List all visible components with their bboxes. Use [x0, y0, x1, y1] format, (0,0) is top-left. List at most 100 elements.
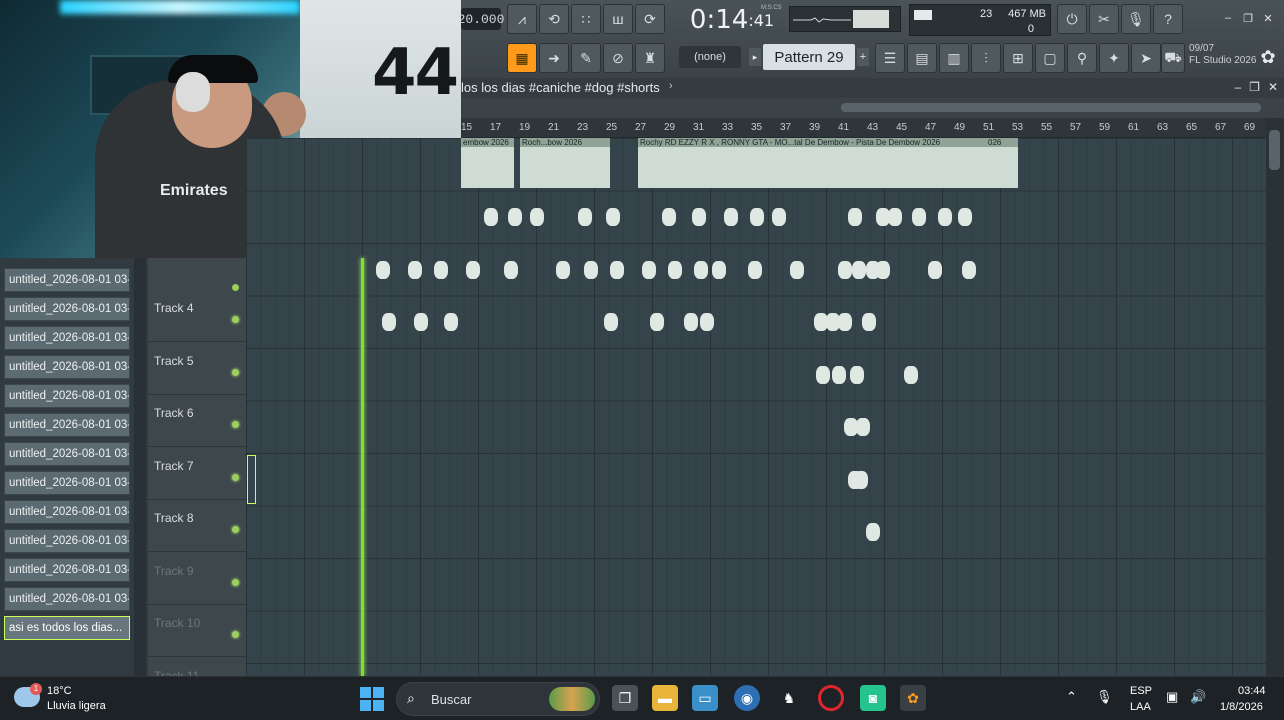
playlist-close-icon[interactable]: ✕: [1268, 80, 1278, 94]
audio-clip[interactable]: [700, 313, 714, 331]
clock-date[interactable]: 1/8/2026: [1220, 701, 1263, 713]
track-header[interactable]: Track 9: [148, 553, 246, 605]
blend-notes-icon[interactable]: ⟳: [635, 4, 665, 34]
mic-icon[interactable]: 🎙: [1121, 4, 1151, 34]
browser-icon[interactable]: ⊞: [1003, 43, 1033, 73]
pattern-name[interactable]: Pattern 29: [763, 44, 855, 70]
audio-clip[interactable]: [816, 366, 830, 384]
track-mute-led[interactable]: [232, 368, 239, 376]
project-icon[interactable]: ▢: [1035, 43, 1065, 73]
channel-rack-icon[interactable]: ▥: [939, 43, 969, 73]
audio-clip[interactable]: [668, 261, 682, 279]
track-header[interactable]: Track 5: [148, 343, 246, 395]
audio-clip[interactable]: [852, 261, 866, 279]
audio-clip[interactable]: [606, 208, 620, 226]
audio-clip[interactable]: [610, 261, 624, 279]
chat-app-icon[interactable]: ◙: [860, 685, 886, 711]
audio-clip[interactable]: [376, 261, 390, 279]
monitor-app-icon[interactable]: ▭: [692, 685, 718, 711]
tools-icon[interactable]: ✦: [1099, 43, 1129, 73]
audio-clip[interactable]: embow 2026: [461, 138, 514, 188]
audio-clip[interactable]: [504, 261, 518, 279]
chevron-right-icon[interactable]: ›: [669, 80, 673, 92]
countdown-icon[interactable]: ш: [603, 4, 633, 34]
maximize-icon[interactable]: ❐: [1240, 10, 1256, 26]
track-header[interactable]: Track 6: [148, 395, 246, 447]
playlist-icon[interactable]: ☰: [875, 43, 905, 73]
taskbar-search[interactable]: ⌕ Buscar: [396, 682, 600, 716]
browser-item[interactable]: untitled_2026-08-01 03-...: [4, 413, 130, 437]
cut-icon[interactable]: ✂: [1089, 4, 1119, 34]
browser-item[interactable]: asi es todos los dias...: [4, 616, 130, 640]
audio-clip[interactable]: [748, 261, 762, 279]
audio-clip[interactable]: [530, 208, 544, 226]
audio-clip[interactable]: [578, 208, 592, 226]
track-mute-led[interactable]: [232, 284, 239, 291]
fl-logo-icon[interactable]: ✿: [1257, 46, 1279, 68]
browser-item[interactable]: untitled_2026-08-01 03-...: [4, 442, 130, 466]
browser-item[interactable]: untitled_2026-08-01 03-...: [4, 558, 130, 582]
track-mute-led[interactable]: [232, 473, 239, 481]
audio-clip[interactable]: [642, 261, 656, 279]
file-explorer-icon[interactable]: ▬: [652, 685, 678, 711]
audio-clip[interactable]: [484, 208, 498, 226]
windows-start-icon[interactable]: [360, 687, 384, 711]
audio-clip[interactable]: [958, 208, 972, 226]
audio-clip[interactable]: [962, 261, 976, 279]
link-icon[interactable]: ⊘: [603, 43, 633, 73]
audio-clip[interactable]: [694, 261, 708, 279]
game-app-icon[interactable]: ♞: [776, 685, 802, 711]
vertical-scroll-thumb[interactable]: [1269, 130, 1280, 170]
track-mute-led[interactable]: [232, 316, 239, 323]
browser-item[interactable]: untitled_2026-08-01 03-...: [4, 326, 130, 350]
mic-tray-icon[interactable]: 🎙: [1096, 689, 1113, 705]
track-header[interactable]: Track 4: [148, 290, 246, 342]
track-mute-led[interactable]: [232, 578, 239, 586]
audio-clip[interactable]: [838, 313, 852, 331]
audio-clip[interactable]: [466, 261, 480, 279]
audio-clip[interactable]: [848, 208, 862, 226]
audio-clip[interactable]: [684, 313, 698, 331]
pattern-selector[interactable]: (none): [679, 46, 741, 68]
browser-item[interactable]: untitled_2026-08-01 03-...: [4, 297, 130, 321]
browser-item[interactable]: untitled_2026-08-01 03-...: [4, 471, 130, 495]
network-icon[interactable]: ▣: [1166, 689, 1178, 705]
audio-clip[interactable]: [750, 208, 764, 226]
playlist-minimize-icon[interactable]: –: [1234, 80, 1241, 94]
tempo-display[interactable]: 20.000: [458, 8, 504, 30]
track-mute-led[interactable]: [232, 631, 239, 638]
audio-clip[interactable]: [724, 208, 738, 226]
audio-clip[interactable]: [414, 313, 428, 331]
plugin-icon[interactable]: ⚲: [1067, 43, 1097, 73]
power-icon[interactable]: ⏻: [1057, 4, 1087, 34]
audio-clip[interactable]: [888, 208, 902, 226]
audio-clip[interactable]: 026: [986, 138, 1018, 188]
audio-clip[interactable]: [382, 313, 396, 331]
cart-icon[interactable]: ⛟: [1161, 43, 1185, 73]
track-mute-led[interactable]: [232, 421, 239, 428]
audio-clip[interactable]: [790, 261, 804, 279]
audio-clip[interactable]: [876, 261, 890, 279]
browser-item[interactable]: untitled_2026-08-01 03-...: [4, 384, 130, 408]
audio-clip[interactable]: [604, 313, 618, 331]
timeline-ruler[interactable]: 15 17 19 21 23 25 27 29 31 33 35 37 39 41 43 45 47 49 51 53…: [461, 118, 1266, 138]
language-bottom[interactable]: LAA: [1130, 701, 1151, 713]
audio-clip[interactable]: [584, 261, 598, 279]
clock-time[interactable]: 03:44: [1238, 685, 1266, 697]
audio-clip[interactable]: [856, 418, 870, 436]
audio-clip[interactable]: [832, 366, 846, 384]
browser-item[interactable]: untitled_2026-08-01 03-...: [4, 587, 130, 611]
track-mute-led[interactable]: [232, 526, 239, 533]
chevron-up-icon[interactable]: ⌃: [1066, 689, 1077, 705]
pattern-prev-icon[interactable]: ▸: [749, 48, 761, 66]
audio-clip[interactable]: [866, 523, 880, 541]
step-edit-icon[interactable]: ∷: [571, 4, 601, 34]
stamp-icon[interactable]: ♜: [635, 43, 665, 73]
pencil-icon[interactable]: ✎: [571, 43, 601, 73]
weather-widget[interactable]: 1 18°C Lluvia ligera: [14, 683, 134, 715]
audio-clip[interactable]: [938, 208, 952, 226]
audio-clip[interactable]: [850, 366, 864, 384]
help-icon[interactable]: ?: [1153, 4, 1183, 34]
audio-clip[interactable]: [838, 261, 852, 279]
close-icon[interactable]: ✕: [1260, 10, 1276, 26]
